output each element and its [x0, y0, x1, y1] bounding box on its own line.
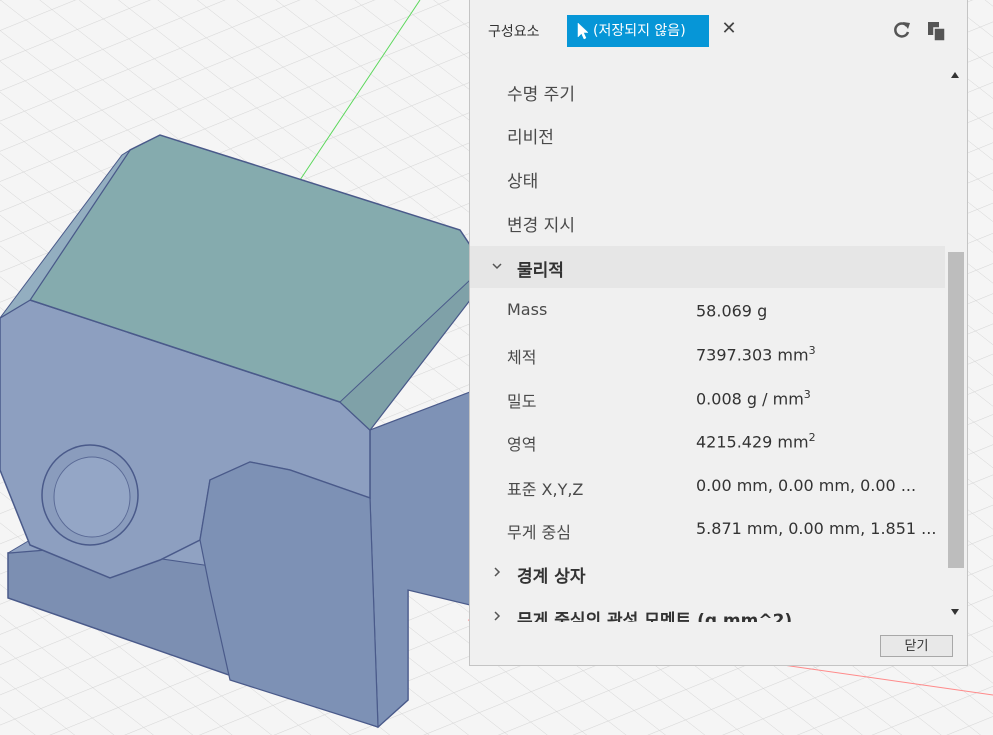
item-lifecycle[interactable]: 수명 주기 — [507, 80, 575, 105]
selection-chip[interactable]: (저장되지 않음) — [567, 15, 709, 47]
property-key: Mass — [507, 300, 548, 319]
scroll-down-arrow[interactable] — [951, 609, 959, 615]
section-physical[interactable]: 물리적 — [470, 246, 945, 288]
chevron-down-icon — [492, 263, 502, 270]
properties-panel: 구성요소 (저장되지 않음) ✕ 수명 주기 리비전 상태 변경 지시 물리적 … — [469, 0, 968, 666]
close-button[interactable]: 닫기 — [880, 635, 953, 657]
property-row: 밀도 0.008 g / mm3 — [470, 378, 945, 422]
panel-header: 구성요소 (저장되지 않음) ✕ — [470, 0, 967, 62]
property-key: 무게 중심 — [507, 523, 571, 542]
property-row: Mass 58.069 g — [470, 290, 945, 334]
section-title: 무게 중심의 관성 모멘트 (g mm^2) — [517, 611, 793, 622]
section-title: 경계 상자 — [517, 567, 586, 587]
section-moment-of-inertia[interactable]: 무게 중심의 관성 모멘트 (g mm^2) — [470, 596, 945, 622]
refresh-icon[interactable] — [892, 20, 912, 40]
property-value: 0.008 g / mm3 — [696, 388, 811, 409]
property-value: 58.069 g — [696, 301, 768, 321]
property-key: 밀도 — [507, 392, 537, 411]
scroll-up-arrow[interactable] — [951, 72, 959, 78]
property-key: 체적 — [507, 348, 537, 367]
section-title: 물리적 — [517, 261, 564, 281]
selection-label: (저장되지 않음) — [593, 23, 686, 39]
property-row: 표준 X,Y,Z 0.00 mm, 0.00 mm, 0.00 ... — [470, 466, 945, 510]
section-bounding-box[interactable]: 경계 상자 — [470, 552, 945, 594]
property-value: 4215.429 mm2 — [696, 431, 816, 452]
item-status[interactable]: 상태 — [507, 167, 538, 192]
item-change-order[interactable]: 변경 지시 — [507, 211, 575, 236]
property-row: 무게 중심 5.871 mm, 0.00 mm, 1.851 ... — [470, 509, 945, 553]
copy-icon[interactable] — [926, 20, 948, 42]
close-icon[interactable]: ✕ — [720, 18, 738, 39]
property-value: 0.00 mm, 0.00 mm, 0.00 ... — [696, 476, 917, 495]
scrollbar-thumb[interactable] — [948, 252, 964, 568]
property-value: 5.871 mm, 0.00 mm, 1.851 ... — [696, 519, 937, 538]
property-value: 7397.303 mm3 — [696, 344, 816, 365]
cursor-arrow-icon — [577, 22, 589, 40]
component-tab-label[interactable]: 구성요소 — [488, 21, 540, 41]
property-key: 영역 — [507, 435, 537, 454]
property-row: 체적 7397.303 mm3 — [470, 334, 945, 378]
chevron-right-icon — [494, 611, 501, 621]
chevron-right-icon — [494, 567, 501, 577]
item-revision[interactable]: 리비전 — [507, 123, 554, 148]
property-key: 표준 X,Y,Z — [507, 480, 584, 499]
property-row: 영역 4215.429 mm2 — [470, 421, 945, 465]
